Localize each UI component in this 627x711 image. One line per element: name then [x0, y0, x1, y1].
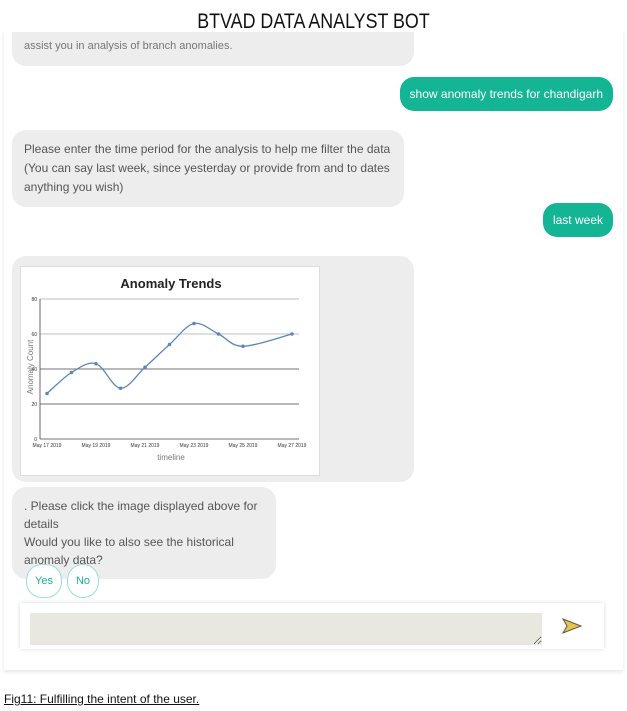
x-axis-label: timeline: [157, 453, 185, 462]
chart-svg[interactable]: Anomaly Trends timeline Anomaly Count 02…: [21, 267, 319, 475]
send-arrow-icon[interactable]: [562, 618, 582, 634]
data-point: [192, 321, 196, 326]
anomaly-chart[interactable]: Anomaly Trends timeline Anomaly Count 02…: [20, 266, 320, 476]
message-composer: [20, 603, 604, 649]
message-input[interactable]: [30, 613, 542, 645]
data-point: [290, 332, 294, 336]
y-tick-label: 40: [31, 367, 37, 373]
no-button[interactable]: No: [67, 564, 99, 598]
chart-title: Anomaly Trends: [120, 276, 221, 291]
x-tick-label: May 25 2019: [229, 443, 258, 449]
bot-message-line: . Please click the image displayed above…: [24, 499, 258, 531]
x-tick-label: May 17 2019: [33, 443, 62, 449]
data-point: [167, 342, 172, 347]
user-message: show anomaly trends for chandigarh: [399, 77, 613, 111]
user-message: last week: [542, 203, 613, 237]
figure-caption: Fig11: Fulfilling the intent of the user…: [4, 692, 200, 706]
y-tick-label: 60: [31, 332, 37, 338]
data-point: [94, 361, 98, 366]
data-point: [118, 386, 123, 391]
x-tick-label: May 27 2019: [278, 443, 307, 449]
y-tick-label: 80: [31, 297, 37, 303]
y-tick-label: 20: [31, 402, 37, 408]
yes-button[interactable]: Yes: [26, 564, 62, 598]
bot-message-line: Would you like to also see the historica…: [24, 535, 234, 567]
bot-message: Please enter the time period for the ana…: [12, 130, 404, 207]
page-title-overlay: BTVAD DATA ANALYST BOT: [197, 10, 430, 33]
data-point: [143, 365, 147, 370]
x-tick-label: May 21 2019: [131, 443, 160, 449]
x-tick-label: May 19 2019: [82, 443, 111, 449]
data-point: [216, 332, 221, 336]
data-point: [241, 344, 245, 349]
data-point: [45, 391, 49, 396]
x-tick-label: May 23 2019: [180, 443, 209, 449]
data-point: [69, 370, 74, 375]
